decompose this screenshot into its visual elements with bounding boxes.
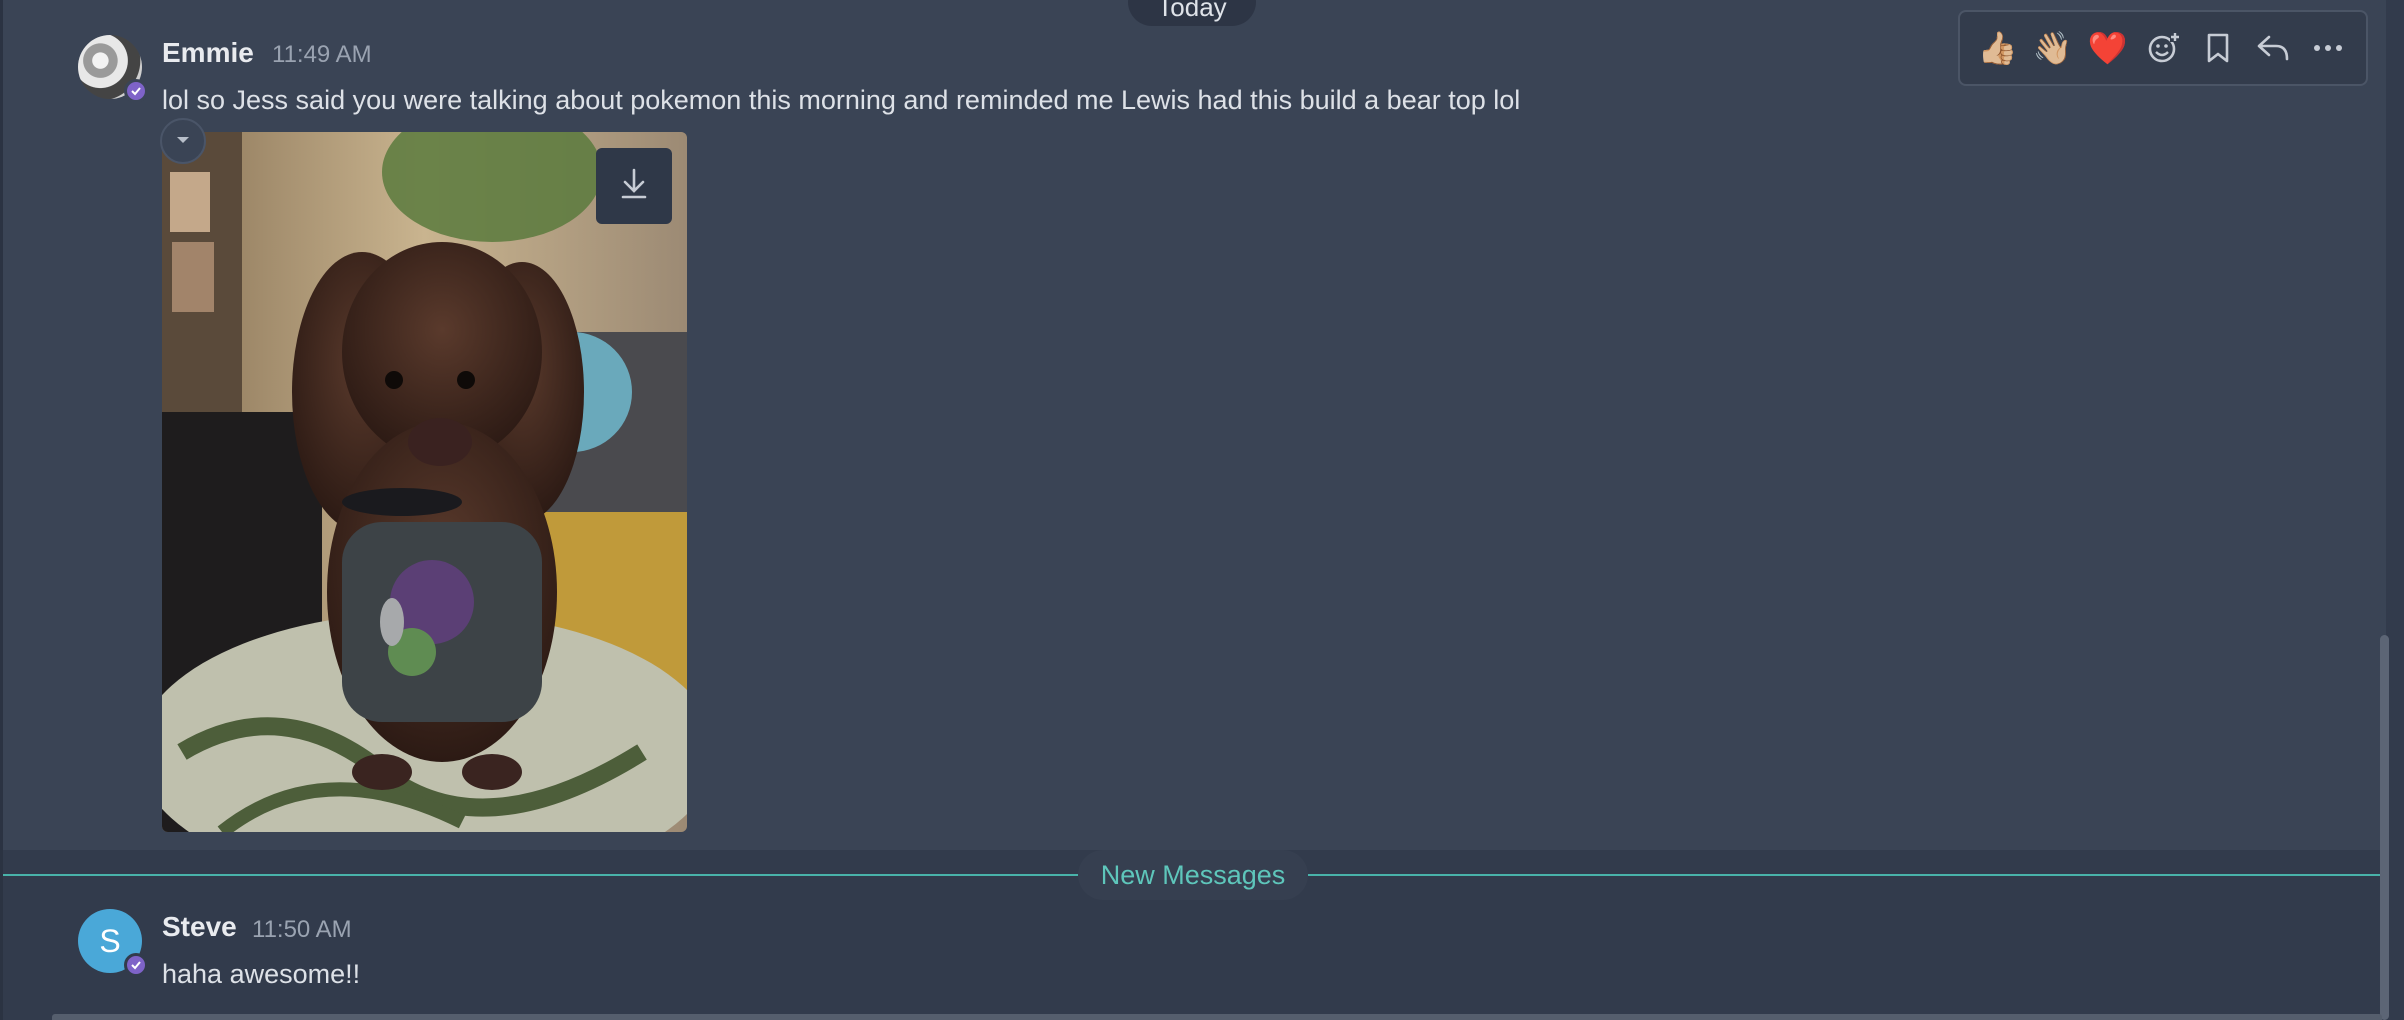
sidebar-edge [0,0,3,1020]
heart-reaction-button[interactable]: ❤️ [2086,26,2130,70]
message-timestamp[interactable]: 11:50 AM [252,916,352,944]
chevron-down-icon [175,132,191,150]
add-reaction-icon[interactable] [2141,26,2185,70]
message-actions-toolbar: 👍🏼 👋🏼 ❤️ [1958,10,2368,86]
bookmark-icon[interactable] [2196,26,2240,70]
wave-reaction-button[interactable]: 👋🏼 [2031,26,2075,70]
avatar-initial: S [99,923,121,959]
date-separator: Today [1128,0,1256,26]
composer-top-edge [52,1014,2382,1020]
more-icon[interactable] [2306,26,2350,70]
new-messages-label: New Messages [1078,850,1308,900]
chat-view: Today 👍🏼 👋🏼 ❤️ Emmie 11:49 AM lol so Jes… [0,0,2404,1020]
message-text: haha awesome!! [162,959,361,989]
scrollbar[interactable] [2380,635,2389,1020]
message-timestamp[interactable]: 11:49 AM [272,41,372,69]
verified-badge-icon [124,79,148,103]
avatar[interactable]: S [78,909,148,977]
avatar[interactable] [78,35,148,103]
image-attachment[interactable] [162,132,687,832]
download-icon [619,167,649,206]
new-messages-divider-left [3,874,1078,876]
dog-photo [162,132,687,832]
message-text: lol so Jess said you were talking about … [162,85,1521,115]
new-messages-divider-right [1308,874,2386,876]
download-button[interactable] [596,148,672,224]
thumbs-up-reaction-button[interactable]: 👍🏼 [1976,26,2020,70]
reply-icon[interactable] [2251,26,2295,70]
message-author[interactable]: Emmie [162,37,254,69]
collapse-attachment-button[interactable] [160,118,206,164]
verified-badge-icon [124,953,148,977]
message-author[interactable]: Steve [162,911,237,943]
